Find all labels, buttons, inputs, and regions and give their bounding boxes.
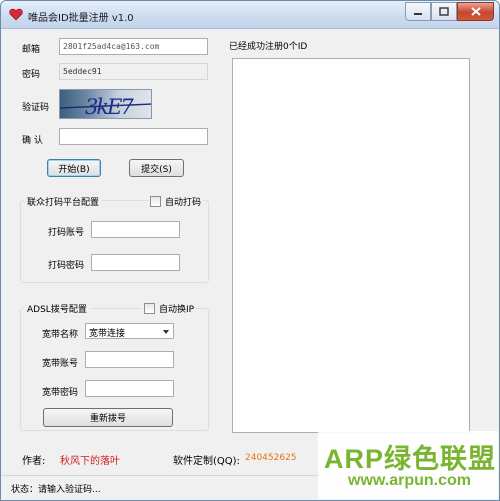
adsl-title: ADSL拨号配置 [24,302,90,315]
minimize-icon [414,12,422,15]
captcha-password-label: 打码密码 [48,261,85,271]
start-button[interactable]: 开始(B) [47,159,101,177]
chevron-down-icon [163,330,169,334]
maximize-button[interactable] [431,2,457,21]
author-name: 秋风下的落叶 [60,456,120,467]
status-text: 状态：请输入验证码... [11,485,101,495]
captcha-text-image: 3kE7 [60,95,151,119]
captcha-platform-title: 联众打码平台配置 [24,195,103,208]
window-title: 唯品会ID批量注册 v1.0 [28,13,134,24]
app-window: 唯品会ID批量注册 v1.0 邮箱 2801f25ad4ca@163.com 密… [0,0,500,501]
close-button[interactable] [457,2,494,21]
heart-app-icon [9,8,23,21]
confirm-label: 确 认 [22,136,43,146]
password-label: 密码 [22,70,41,80]
custom-label: 软件定制(QQ): [173,456,240,467]
adsl-name-label: 宽带名称 [42,330,79,340]
watermark-main: ARP绿色联盟 [324,444,497,474]
adsl-password-field[interactable] [85,380,174,397]
adsl-name-select[interactable]: 宽带连接 [85,323,174,339]
captcha-text: 3kE7 [85,95,134,119]
auto-captcha-box[interactable] [150,196,161,207]
watermark-url: www.arpun.com [348,472,471,489]
watermark-logo: ARP绿色联盟 www.arpun.com [318,431,498,499]
auto-ip-checkbox[interactable]: 自动换IP [142,302,197,315]
adsl-account-field[interactable] [85,351,174,368]
auto-captcha-checkbox[interactable]: 自动打码 [148,195,204,208]
auto-ip-box[interactable] [144,303,155,314]
redial-button[interactable]: 重新拨号 [43,408,173,427]
captcha-label: 验证码 [22,103,50,113]
captcha-account-field[interactable] [91,221,180,238]
auto-ip-label: 自动换IP [159,305,195,315]
submit-button[interactable]: 提交(S) [129,159,184,177]
password-field[interactable]: 5eddec91 [59,63,208,80]
captcha-image[interactable]: 3kE7 [59,89,152,119]
confirm-field[interactable] [59,128,208,145]
results-label: 已经成功注册0个ID [229,42,308,52]
adsl-account-label: 宽带账号 [42,359,79,369]
maximize-icon [439,7,449,16]
title-bar[interactable]: 唯品会ID批量注册 v1.0 [1,1,499,29]
captcha-account-label: 打码账号 [48,228,85,238]
email-field[interactable]: 2801f25ad4ca@163.com [59,38,208,55]
author-label: 作者: [22,456,46,467]
qq-number: 240452625 [245,453,297,463]
close-icon [470,7,481,16]
adsl-password-label: 宽带密码 [42,388,79,398]
minimize-button[interactable] [405,2,431,21]
results-list[interactable] [232,58,470,433]
captcha-password-field[interactable] [91,254,180,271]
auto-captcha-label: 自动打码 [165,198,202,208]
adsl-name-value: 宽带连接 [89,329,126,339]
email-label: 邮箱 [22,45,41,55]
